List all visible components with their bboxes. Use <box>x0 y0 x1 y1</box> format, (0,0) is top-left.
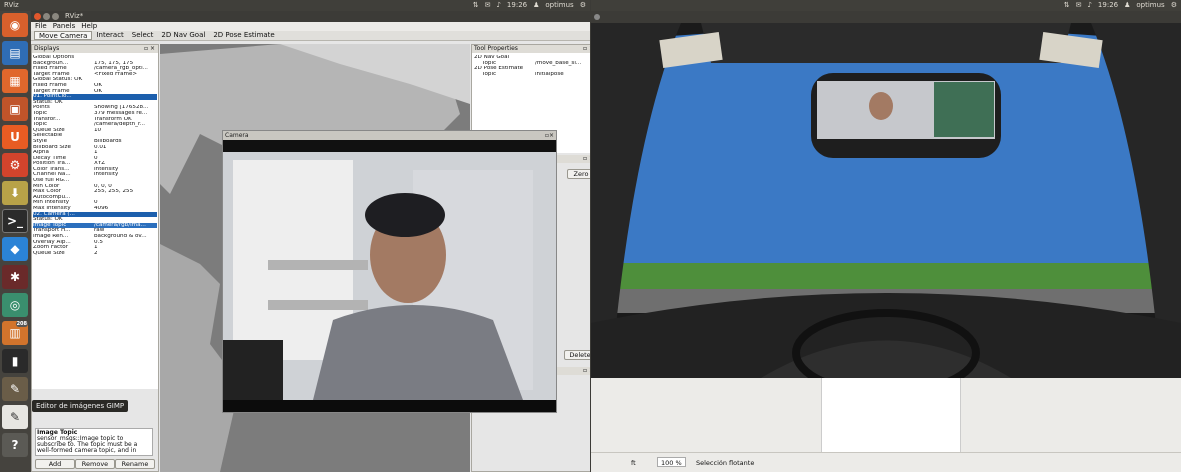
rviz-icon[interactable]: ▮ <box>2 349 28 373</box>
tool-bar: Move Camera Interact Select 2D Nav Goal … <box>31 31 590 41</box>
tool-properties-header: Tool Properties ▫ × <box>472 45 590 53</box>
clock[interactable]: 19:26 <box>1098 0 1118 11</box>
terminal-icon[interactable]: >_ <box>2 209 28 233</box>
settings-icon[interactable]: ⚙ <box>2 153 28 177</box>
indicators: ⇅ ✉ ♪ 19:26 ♟ optimus ⚙ <box>473 0 586 11</box>
menu-panels[interactable]: Panels <box>53 22 76 31</box>
gear-icon[interactable]: ⚙ <box>580 0 586 11</box>
gimp-canvas-area[interactable] <box>591 378 1181 452</box>
camera-image <box>223 140 556 412</box>
rviz-titlebar: RViz* <box>31 11 590 22</box>
indicators: ⇅ ✉ ♪ 19:26 ♟ optimus ⚙ <box>1064 0 1177 11</box>
add-button[interactable]: Add <box>35 459 75 469</box>
tree-row-value: intensity <box>94 172 119 178</box>
dropbox-icon[interactable]: ◆ <box>2 237 28 261</box>
panel-close-icon[interactable]: ▫ × <box>583 45 590 53</box>
camera-window-header: Camera ▫× <box>223 131 556 140</box>
sound-icon[interactable]: ♪ <box>496 0 500 11</box>
mail-icon[interactable]: ✉ <box>1076 0 1082 11</box>
left-screen: RViz ⇅ ✉ ♪ 19:26 ♟ optimus ⚙ ◉ ▤ ▦ ▣ U ⚙… <box>0 0 590 472</box>
menu-file[interactable]: File <box>35 22 47 31</box>
tree-row-value: <Fixed Frame> <box>94 71 138 77</box>
minimize-icon[interactable] <box>43 13 50 20</box>
panel-close-icon[interactable]: ▫ × <box>583 367 590 374</box>
user-icon: ♟ <box>1124 1 1131 9</box>
tree-row-value: /camera/depth_r... <box>94 122 146 128</box>
mail-icon[interactable]: ✉ <box>485 0 491 11</box>
user-icon: ♟ <box>533 1 540 9</box>
window-title: RViz* <box>65 12 84 20</box>
launcher-tooltip: Editor de imágenes GIMP <box>32 400 129 412</box>
tree-row-value: 4096 <box>94 206 109 212</box>
help-text: sensor_msgs::Image topic to subscribe to… <box>37 435 138 454</box>
camera-title: Camera <box>225 132 249 139</box>
close-icon[interactable] <box>34 13 41 20</box>
bug-icon[interactable]: ✱ <box>2 265 28 289</box>
tree-row-value: 255, 255, 255 <box>94 189 134 195</box>
remove-button[interactable]: Remove <box>75 459 115 469</box>
right-top-panel: ⇅ ✉ ♪ 19:26 ♟ optimus ⚙ <box>591 0 1181 11</box>
ubuntu-one-icon[interactable]: U <box>2 125 28 149</box>
zoom-select[interactable]: 100 % <box>657 457 686 467</box>
tool-prop-row: Topic initialpose <box>482 71 564 77</box>
network-icon[interactable]: ⇅ <box>473 0 479 11</box>
text-editor-icon[interactable]: ✎ <box>2 405 28 429</box>
tool-move-camera[interactable]: Move Camera <box>34 31 93 40</box>
writer-icon[interactable]: ▤ <box>2 41 28 65</box>
user-name[interactable]: optimus <box>545 0 573 11</box>
package-icon[interactable]: ▥ 208 <box>2 321 28 345</box>
gimp-titlebar <box>591 11 1181 23</box>
help-icon[interactable]: ? <box>2 433 28 457</box>
status-message: Selección flotante <box>696 459 755 467</box>
unity-launcher: ◉ ▤ ▦ ▣ U ⚙ ⬇ >_ ◆ ✱ ◎ ▥ 208 ▮ ✎ ✎ ? <box>0 11 31 472</box>
panel-close-icon[interactable]: ▫ × <box>144 45 155 53</box>
gear-icon[interactable]: ⚙ <box>1171 0 1177 11</box>
left-top-panel: RViz ⇅ ✉ ♪ 19:26 ♟ optimus ⚙ <box>0 0 590 11</box>
tree-row[interactable]: Queue Size 2 <box>33 251 157 257</box>
ubuntu-software-icon[interactable]: ▣ <box>2 97 28 121</box>
tool-select[interactable]: Select <box>128 31 158 40</box>
delete-button[interactable]: Delete <box>564 350 590 360</box>
camera-window[interactable]: Camera ▫× <box>222 130 557 413</box>
update-manager-icon[interactable]: ⬇ <box>2 181 28 205</box>
firefox-icon[interactable]: ◉ <box>2 13 28 37</box>
gimp-statusbar: ft 100 % Selección flotante <box>591 452 1181 472</box>
panel-close-icon[interactable]: ▫ × <box>583 155 590 162</box>
tree-row-value: 10 <box>94 127 102 133</box>
menu-bar: File Panels Help <box>31 22 590 31</box>
tool-interact[interactable]: Interact <box>92 31 127 40</box>
tool-2d-nav-goal[interactable]: 2D Nav Goal <box>157 31 209 40</box>
help-panel: Image Topic sensor_msgs::Image topic to … <box>35 428 153 456</box>
displays-title: Displays <box>34 45 60 52</box>
maximize-icon[interactable] <box>52 13 59 20</box>
tool-properties-title: Tool Properties <box>474 45 518 52</box>
right-screen: ⇅ ✉ ♪ 19:26 ♟ optimus ⚙ ft 100 % Selecci… <box>591 0 1181 472</box>
displays-tree[interactable]: Global Options Backgroun... 175, 175, 175 F… <box>32 53 158 389</box>
menu-help[interactable]: Help <box>81 22 97 31</box>
tool-2d-pose-estimate[interactable]: 2D Pose Estimate <box>209 31 278 40</box>
rename-button[interactable]: Rename <box>115 459 155 469</box>
car-simulator-image <box>591 23 1181 378</box>
tree-row-value: 2 <box>94 250 98 256</box>
unit-select[interactable]: ft <box>631 453 636 472</box>
clock[interactable]: 19:26 <box>507 0 527 11</box>
tree-row-key: Queue Size <box>33 250 65 256</box>
update-badge: 208 <box>15 321 28 327</box>
gimp-image-canvas[interactable] <box>821 378 961 452</box>
impress-icon[interactable]: ▦ <box>2 69 28 93</box>
active-app-title: RViz <box>4 1 19 9</box>
zero-button[interactable]: Zero <box>567 169 590 179</box>
panel-close-icon[interactable]: ▫× <box>545 131 554 140</box>
user-name[interactable]: optimus <box>1136 0 1164 11</box>
sound-icon[interactable]: ♪ <box>1087 0 1091 11</box>
tree-row-value: OK <box>94 88 103 94</box>
close-icon[interactable] <box>594 14 600 20</box>
displays-header: Displays ▫ × <box>32 45 158 53</box>
gimp-icon[interactable]: ✎ <box>2 377 28 401</box>
chrome-icon[interactable]: ◎ <box>2 293 28 317</box>
network-icon[interactable]: ⇅ <box>1064 0 1070 11</box>
